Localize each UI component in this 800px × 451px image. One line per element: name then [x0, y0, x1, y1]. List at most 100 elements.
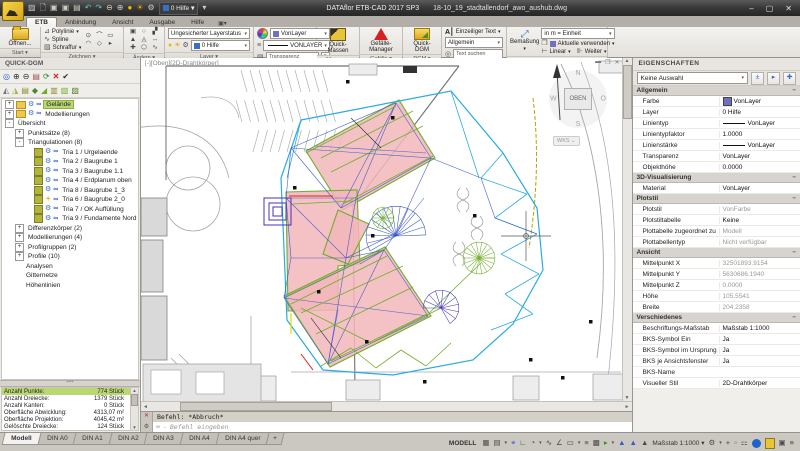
profile-icon[interactable]: ▥ [50, 85, 58, 96]
tree-item[interactable]: ☀∞Tria 6 / Baugrube 2_0 [2, 195, 138, 205]
remove-doc-icon[interactable]: ▤ [32, 71, 40, 82]
property-value[interactable]: VonLayer [719, 120, 800, 127]
open-icon[interactable]: ▨ [28, 1, 36, 15]
model-space-label[interactable]: MODELL [449, 440, 476, 447]
grid-export-icon[interactable]: ▧ [61, 85, 69, 96]
stats-row[interactable]: Anzahl Punkte:774 Stück [2, 388, 138, 395]
property-section-allgemein[interactable]: Allgemein− [633, 86, 800, 96]
property-row[interactable]: Objekthöhe0.0000 [633, 162, 800, 173]
property-row[interactable]: Höhe105.5541 [633, 291, 800, 302]
dim-more-button[interactable]: Weiter [585, 49, 602, 55]
cycling-caret[interactable]: ▾ [612, 437, 615, 449]
collapse-icon[interactable]: − [792, 86, 796, 95]
export-icon[interactable]: ▨ [71, 85, 79, 96]
notification-dot-icon[interactable] [752, 439, 761, 448]
snap-caret[interactable]: ▾ [505, 437, 508, 449]
lineweight-icon[interactable]: ≡ [584, 437, 588, 449]
h-scroll-thumb[interactable] [180, 402, 332, 411]
fillet-icon[interactable]: ∿ [150, 44, 160, 52]
property-section-plotstil[interactable]: Plotstil− [633, 194, 800, 204]
viewcube-north[interactable]: N [575, 70, 580, 77]
layer-state-dropdown[interactable]: Ungesicherter Layerstatus▾ [168, 28, 250, 39]
property-value[interactable]: 105.5541 [719, 293, 800, 300]
dyn-input-icon[interactable]: ▭ [567, 437, 574, 449]
quick-select-button[interactable]: ✚ [783, 72, 796, 85]
quick-massen-button[interactable]: Quick-Massen [321, 28, 355, 54]
zoom-in-icon[interactable]: ⊕ [117, 1, 124, 15]
undo-icon[interactable]: ↶ [85, 1, 92, 15]
zoom-out-icon[interactable]: ⊖ [106, 1, 113, 15]
property-row[interactable]: PlotstiltabelleKeine [633, 215, 800, 226]
polar-tracking-icon[interactable]: ◔ [531, 437, 536, 449]
horizontal-scrollbar[interactable]: ◄ ► [141, 401, 632, 411]
property-row[interactable]: MaterialVonLayer [633, 183, 800, 194]
viewport-controls-label[interactable]: [-][Oben][2D-Drahtkörper] [145, 60, 219, 67]
angle-icon[interactable]: ∠ [556, 437, 563, 449]
tree-expand-icon[interactable]: + [15, 252, 24, 261]
layout-tab-modell[interactable]: Modell [2, 433, 42, 445]
text-style-dropdown[interactable]: Allgemein▾ [445, 37, 503, 48]
selection-dropdown[interactable]: Keine Auswahl▾ [637, 72, 748, 84]
ortho-icon[interactable]: ∟ [519, 437, 526, 449]
mirror-icon[interactable]: ▲ [128, 36, 138, 44]
property-value[interactable]: 32501893.9154 [719, 260, 800, 267]
property-row[interactable]: Linientypfaktor1.0000 [633, 129, 800, 140]
tree-expand-icon[interactable]: + [5, 100, 14, 109]
property-row[interactable]: Visueller Stil2D-Drahtkörper [633, 378, 800, 389]
ribbon-tab-etb[interactable]: ETB [26, 17, 57, 27]
new-file-icon[interactable]: 🗋 [40, 1, 46, 15]
property-row[interactable]: Mittelpunkt Z0.0000 [633, 280, 800, 291]
ribbon-tab-hilfe[interactable]: Hilfe [183, 18, 212, 27]
wks-menu[interactable]: WKS ⌄ [553, 136, 580, 146]
vp-minimize-icon[interactable]: ▬ [595, 59, 601, 66]
palette-splitter[interactable]: •••• [0, 380, 140, 387]
tree-item[interactable]: -Triangulationen (8) [2, 138, 138, 148]
snap-icon[interactable]: ▤ [493, 437, 500, 449]
workspace-gear-icon[interactable]: ⚙ [708, 437, 715, 449]
sun-icon[interactable]: ☀ [136, 1, 143, 15]
command-input[interactable]: ⌨- Befehl eingeben [153, 422, 632, 432]
infer-constraints-icon[interactable]: ⌖ [511, 437, 515, 449]
tree-expand-icon[interactable]: + [15, 233, 24, 242]
osnap-icon[interactable]: ∿ [546, 437, 552, 449]
customize-menu-icon[interactable]: ≡ [790, 437, 794, 449]
layout-tab-din-a4[interactable]: DIN A4 [179, 433, 219, 445]
vp-close-icon[interactable]: ✕ [614, 59, 619, 66]
property-row[interactable]: BKS-Symbol im UrsprungJa [633, 345, 800, 356]
tree-item[interactable]: ⚙∞Tria 3 / Baugrube 1.1 [2, 167, 138, 177]
apply-icon[interactable]: ✔ [62, 71, 69, 82]
tree-item[interactable]: ⚙∞Tria 4 / Erdplanum oben [2, 176, 138, 186]
stretch-icon[interactable]: ↔ [150, 36, 160, 44]
layout-tab-din-a0[interactable]: DIN A0 [37, 433, 77, 445]
vp-restore-icon[interactable]: ❐ [605, 59, 610, 66]
qat-layer-dropdown[interactable]: 0 Hilfe ▾ [159, 2, 199, 15]
annotation-visibility-icon[interactable]: ▲ [618, 437, 625, 449]
layer-dropdown[interactable]: 0 Hilfe▾ [191, 40, 250, 51]
gear-caret[interactable]: ▾ [719, 437, 722, 449]
polygon-icon[interactable]: ◇ [94, 40, 104, 48]
viewcube[interactable]: N S W O OBEN [549, 70, 607, 128]
offset-icon[interactable]: ✚ [128, 44, 138, 52]
annotation-scale-icon[interactable]: ▲ [641, 437, 648, 449]
vertical-scrollbar[interactable]: ▲ ▼ [622, 58, 632, 401]
bulb-icon[interactable]: ● [128, 1, 133, 15]
scroll-up-icon[interactable]: ▲ [625, 58, 630, 64]
property-section-3d-visualisierung[interactable]: 3D-Visualisierung− [633, 173, 800, 183]
viewcube-south[interactable]: S [576, 121, 581, 128]
property-row[interactable]: Layer0 Hilfe [633, 107, 800, 118]
stats-scrollbar[interactable]: ▲▼ [130, 388, 138, 430]
close-button[interactable]: ✕ [785, 4, 792, 13]
tree-item[interactable]: ⚙∞Tria 2 / Baugrube 1 [2, 157, 138, 167]
dgm-display-icon[interactable]: ◎ [3, 71, 10, 82]
property-section-ansicht[interactable]: Ansicht− [633, 248, 800, 258]
tree-item[interactable]: +Profile (10) [2, 252, 138, 262]
ribbon-minimize-caret[interactable]: ▣▾ [218, 20, 227, 27]
point-icon[interactable]: ▸ [105, 40, 115, 48]
cmd-close-icon[interactable]: ✕ [144, 413, 149, 420]
maximize-button[interactable]: ▢ [766, 4, 774, 13]
dataflor-logo-icon[interactable] [2, 1, 24, 21]
property-row[interactable]: FarbeVonLayer [633, 96, 800, 107]
property-row[interactable]: Mittelpunkt Y5630686.1940 [633, 269, 800, 280]
property-value[interactable]: VonFarbe [719, 206, 800, 213]
property-value[interactable]: Keine [719, 217, 800, 224]
